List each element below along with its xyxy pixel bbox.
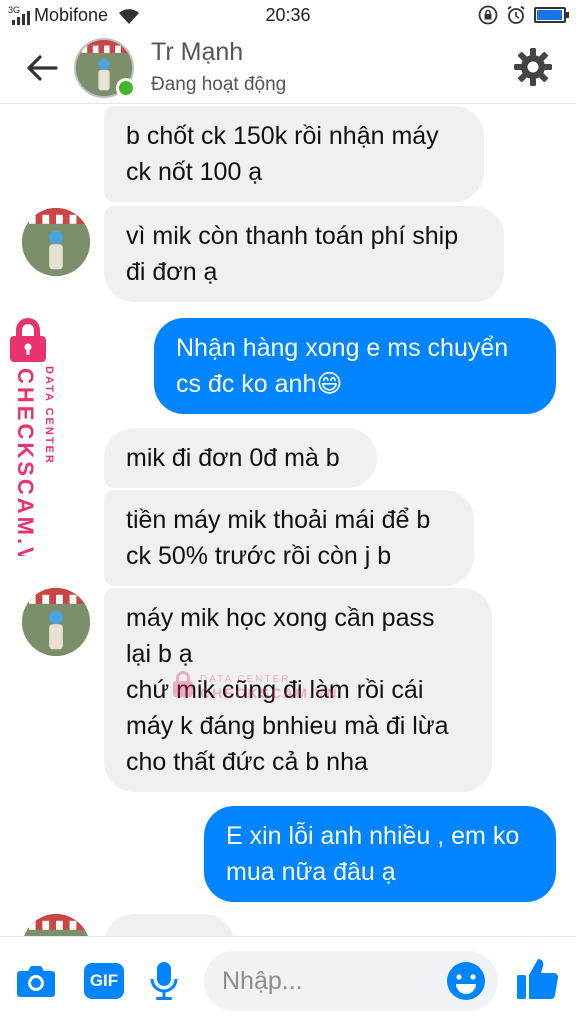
camera-icon[interactable]: [14, 959, 58, 1003]
watermark: DATA CENTER CHECKSCAM.VN: [172, 668, 372, 708]
online-indicator: [116, 78, 136, 98]
avatar[interactable]: [22, 588, 90, 656]
composer-bar: GIF: [0, 936, 576, 1024]
gif-label: GIF: [89, 971, 119, 990]
gear-icon[interactable]: [512, 46, 554, 88]
status-right: [478, 5, 569, 25]
message-bubble-incoming[interactable]: vì mik còn thanh toán phí ship đi đơn ạ: [104, 206, 504, 302]
thumbs-up-icon[interactable]: [514, 955, 562, 1003]
contact-name[interactable]: Tr Mạnh: [151, 38, 243, 67]
gif-button[interactable]: GIF: [84, 963, 124, 999]
battery-icon: [534, 7, 569, 23]
watermark-subtext: DATA CENTER: [200, 674, 291, 685]
screen-lock-icon: [478, 5, 498, 25]
contact-status: Đang hoạt động: [151, 74, 287, 95]
message-bubble-incoming[interactable]: tiền máy mik thoải mái để b ck 50% trước…: [104, 490, 474, 586]
message-bubble-outgoing[interactable]: Nhận hàng xong e ms chuyển cs đc ko anh😄: [154, 318, 556, 414]
battery-fill: [537, 10, 562, 20]
smiley-icon[interactable]: [444, 959, 488, 1003]
message-thread[interactable]: b chốt ck 150k rồi nhận máy ck nốt 100 ạ…: [0, 104, 576, 936]
conversation-header: Tr Mạnh Đang hoạt động: [0, 32, 576, 104]
message-bubble-incoming[interactable]: mik đi đơn 0đ mà b: [104, 428, 377, 488]
watermark-text: CHECKSCAM.VN: [13, 368, 38, 556]
watermark-text: CHECKSCAM.VN: [200, 685, 338, 701]
message-bubble-incoming[interactable]: [104, 914, 234, 936]
message-composer[interactable]: [204, 951, 498, 1011]
message-bubble-outgoing[interactable]: E xin lỗi anh nhiều , em ko mua nữa đâu …: [204, 806, 556, 902]
avatar[interactable]: [22, 914, 90, 936]
message-bubble-incoming[interactable]: b chốt ck 150k rồi nhận máy ck nốt 100 ạ: [104, 106, 484, 202]
status-bar: 3G Mobifone 20:36: [0, 0, 576, 32]
avatar[interactable]: [22, 208, 90, 276]
watermark-subtext: DATA CENTER: [43, 366, 55, 465]
alarm-icon: [507, 5, 525, 24]
microphone-icon[interactable]: [142, 959, 186, 1003]
message-input[interactable]: [222, 961, 422, 1001]
arrow-left-icon[interactable]: [22, 48, 62, 88]
watermark: CHECKSCAM.VN DATA CENTER: [6, 316, 64, 584]
